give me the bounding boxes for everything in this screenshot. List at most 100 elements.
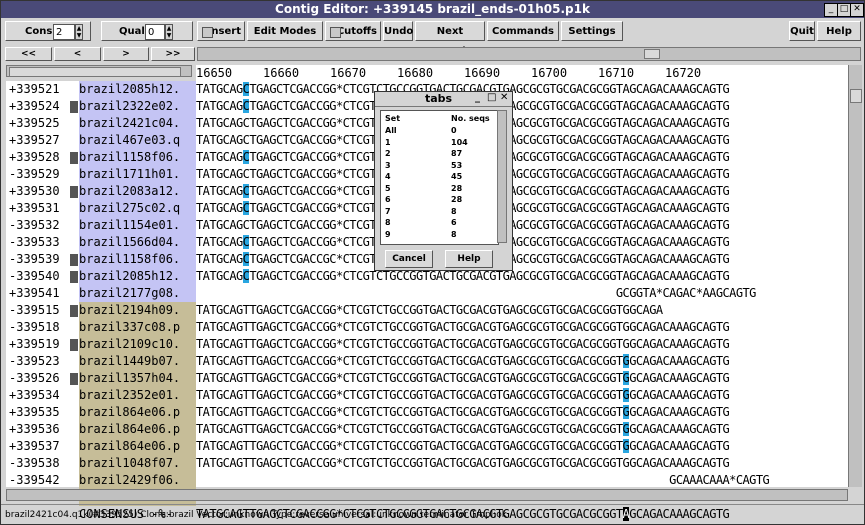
read-sequence[interactable]: TATGCAGTTGAGCTCGACCGG*CTCGTCTGCCGGTGACTG… xyxy=(196,353,730,370)
cons-spinner[interactable]: 2 xyxy=(53,24,75,40)
scroll-last-button[interactable]: >> xyxy=(151,47,195,61)
insert-checkbox[interactable] xyxy=(202,27,213,38)
read-sequence[interactable]: TATGCAGTTGAGCTCGACCGG*CTCGTCTGCCGGTGACTG… xyxy=(196,455,730,472)
set-row[interactable]: 78 xyxy=(385,206,495,217)
read-row[interactable]: -339515 brazil2194h09. TATGCAGTTGAGCTCGACC… xyxy=(6,302,848,319)
read-sequence[interactable]: TATGCAGTTGAGCTCGACCGG*CTCGTCTGCCGGTGACTG… xyxy=(196,421,730,438)
bottom-horizontal-scrollbar[interactable] xyxy=(6,489,848,501)
cons-spinner-arrows-icon[interactable]: ▲ ▼ xyxy=(75,24,83,40)
cutoffs-button[interactable]: Cutoffs xyxy=(325,21,381,41)
qual-spinner[interactable]: 0 xyxy=(145,24,165,40)
sets-list[interactable]: Set No. seqs All 0 1 104 2 87 3 53 4 45 5 28 6 28 7 8 8 6… xyxy=(380,110,499,245)
read-name[interactable]: brazil1711h01. xyxy=(79,166,196,183)
scroll-prev-button[interactable]: < xyxy=(54,47,101,61)
maximize-icon[interactable]: □ xyxy=(837,3,851,17)
set-row[interactable]: 2 87 xyxy=(385,148,495,159)
read-row[interactable]: +339534 brazil2352e01. TATGCAGTTGAGCTCGACC… xyxy=(6,387,848,404)
dialog-help-button[interactable]: Help xyxy=(445,250,493,268)
dialog-minimize-icon[interactable]: _ xyxy=(475,92,480,103)
read-name[interactable]: brazil1566d04. xyxy=(79,234,196,251)
tabs-dialog-title-bar: tabs _ □ ✕ xyxy=(375,92,512,107)
help-button[interactable]: Help >> xyxy=(817,21,861,57)
read-row[interactable]: +339536 brazil864e06.p TATGCAGTTGAGCTCGACC… xyxy=(6,421,848,438)
read-row[interactable]: -339523 brazil1449b07. TATGCAGTTGAGCTCGACC… xyxy=(6,353,848,370)
settings-button[interactable]: Settings >> xyxy=(561,21,623,57)
insert-button[interactable]: Insert xyxy=(197,21,245,41)
cancel-button[interactable]: Cancel xyxy=(385,250,433,268)
read-name[interactable]: brazil1154e01. xyxy=(79,217,196,234)
read-sequence[interactable]: TATGCAGTTGAGCTCGACCGG*CTCGTCTGCCGGTGACTG… xyxy=(196,404,730,421)
read-name[interactable]: brazil275c02.q xyxy=(79,200,196,217)
read-name[interactable]: brazil2083a12. xyxy=(79,183,196,200)
read-sequence[interactable]: TATGCAGTTGAGCTCGACCGG*CTCGTCTGCCGGTGACTG… xyxy=(196,370,730,387)
read-name[interactable]: brazil2109c10. xyxy=(79,336,196,353)
top-horizontal-scrollbar[interactable] xyxy=(197,47,861,61)
read-row[interactable]: -339526 brazil1357h04. TATGCAGTTGAGCTCGACC… xyxy=(6,370,848,387)
read-row[interactable]: -339518 brazil337c08.p TATGCAGTTGAGCTCGACC… xyxy=(6,319,848,336)
read-name[interactable]: brazil2429f06. xyxy=(79,472,196,489)
vertical-scrollbar[interactable] xyxy=(848,65,862,487)
read-row[interactable]: -339538 brazil1048f07. TATGCAGTTGAGCTCGACC… xyxy=(6,455,848,472)
set-row[interactable]: 4 45 xyxy=(385,171,495,182)
set-id: 2 xyxy=(385,149,391,158)
set-row[interactable]: 3 53 xyxy=(385,160,495,171)
read-sequence[interactable]: GCGGTA*CAGAC*AAGCAGTG xyxy=(196,285,757,302)
read-name[interactable]: brazil1357h04. xyxy=(79,370,196,387)
read-name[interactable]: brazil2352e01. xyxy=(79,387,196,404)
names-scrollbar-thumb[interactable] xyxy=(9,67,181,77)
read-name[interactable]: brazil2085h12. xyxy=(79,81,196,98)
sets-list-scrollbar[interactable] xyxy=(497,110,507,243)
quit-button[interactable]: Quit xyxy=(789,21,815,41)
read-name[interactable]: brazil2177g08. xyxy=(79,285,196,302)
read-name[interactable]: brazil337c08.p xyxy=(79,319,196,336)
read-name[interactable]: brazil2194h09. xyxy=(79,302,196,319)
next-search-button[interactable]: Next Search xyxy=(415,21,485,57)
read-name[interactable]: brazil2085h12. xyxy=(79,268,196,285)
commands-button[interactable]: Commands >> xyxy=(487,21,559,57)
read-name[interactable]: brazil467e03.q xyxy=(79,132,196,149)
read-sequence[interactable]: TATGCAGTTGAGCTCGACCGG*CTCGTCTGCCGGTGACTG… xyxy=(196,302,663,319)
set-row[interactable]: 98 xyxy=(385,229,495,240)
read-row[interactable]: -339542 brazil2429f06. GCAAACAAA*CAGTG xyxy=(6,472,848,489)
cutoffs-checkbox[interactable] xyxy=(330,27,341,38)
read-sequence[interactable]: TATGCAGTTGAGCTCGACCGG*CTCGTCTGCCGGTGACTG… xyxy=(196,387,730,404)
set-row[interactable]: 6 28 xyxy=(385,194,495,205)
read-sequence[interactable]: GCAAACAAA*CAGTG xyxy=(196,472,770,489)
read-name[interactable]: brazil864e06.p xyxy=(79,421,196,438)
read-sequence[interactable]: TATGCAGTTGAGCTCGACCGG*CTCGTCTGCCGGTGACTG… xyxy=(196,319,730,336)
ruler-tick-label: 16700 xyxy=(531,66,568,80)
set-id: 4 xyxy=(385,172,391,181)
undo-button[interactable]: Undo xyxy=(383,21,413,41)
set-row[interactable]: 5 28 xyxy=(385,183,495,194)
vertical-scrollbar-thumb[interactable] xyxy=(850,89,862,103)
read-name[interactable]: brazil1048f07. xyxy=(79,455,196,472)
minimize-icon[interactable]: _ xyxy=(824,3,838,17)
close-icon[interactable]: ✕ xyxy=(850,3,864,17)
set-row[interactable]: 86 xyxy=(385,217,495,228)
qual-spinner-arrows-icon[interactable]: ▲ ▼ xyxy=(165,24,173,40)
read-name[interactable]: brazil2322e02. xyxy=(79,98,196,115)
scroll-next-button[interactable]: > xyxy=(103,47,149,61)
read-name[interactable]: brazil1158f06. xyxy=(79,149,196,166)
read-row[interactable]: +339537 brazil864e06.p TATGCAGTTGAGCTCGACC… xyxy=(6,438,848,455)
names-horizontal-scrollbar[interactable] xyxy=(6,65,192,77)
scroll-first-button[interactable]: << xyxy=(5,47,52,61)
read-row[interactable]: +339535 brazil864e06.p TATGCAGTTGAGCTCGACC… xyxy=(6,404,848,421)
read-row[interactable]: +339519 brazil2109c10. TATGCAGTTGAGCTCGACC… xyxy=(6,336,848,353)
read-row[interactable]: +339541 brazil2177g08. GCGGTA*CAGAC*AAGCA… xyxy=(6,285,848,302)
read-name[interactable]: brazil1449b07. xyxy=(79,353,196,370)
dialog-close-icon[interactable]: ✕ xyxy=(500,92,508,103)
top-scrollbar-thumb[interactable] xyxy=(644,49,660,59)
read-sequence[interactable]: TATGCAGTTGAGCTCGACCGG*CTCGTCTGCCGGTGACTG… xyxy=(196,438,730,455)
edit-modes-button[interactable]: Edit Modes >> xyxy=(247,21,323,57)
set-id: 5 xyxy=(385,183,391,193)
read-number: -339518 xyxy=(9,320,60,334)
read-name[interactable]: brazil2421c04. xyxy=(79,115,196,132)
set-row[interactable]: All 0 xyxy=(385,125,495,136)
set-row[interactable]: 1 104 xyxy=(385,137,495,148)
read-sequence[interactable]: TATGCAGTTGAGCTCGACCGG*CTCGTCTGCCGGTGACTG… xyxy=(196,336,730,353)
dialog-maximize-icon[interactable]: □ xyxy=(487,92,496,103)
read-name[interactable]: brazil864e06.p xyxy=(79,438,196,455)
read-name[interactable]: brazil864e06.p xyxy=(79,404,196,421)
read-name[interactable]: brazil1158f06. xyxy=(79,251,196,268)
